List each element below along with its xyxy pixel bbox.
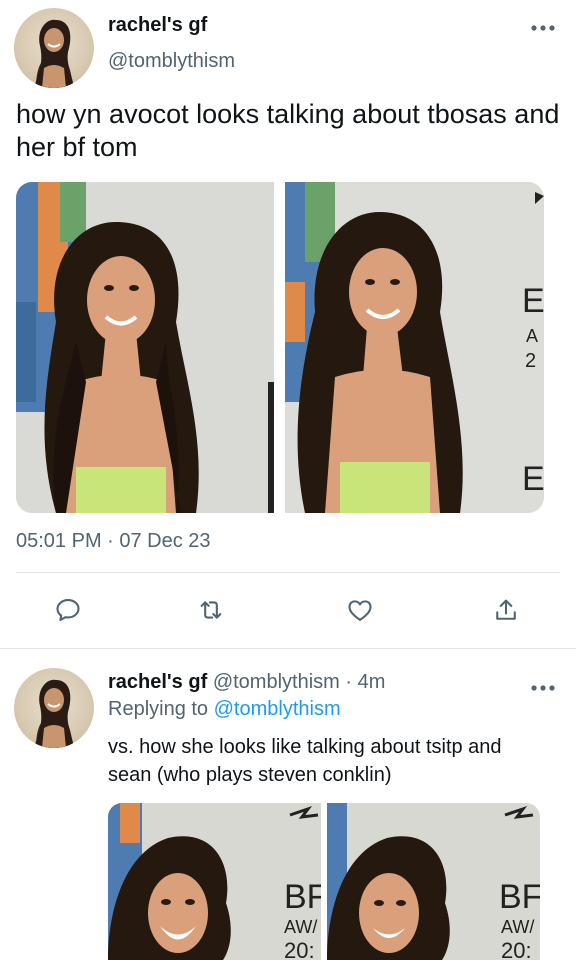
reply-author-name[interactable]: rachel's gf [108,671,207,693]
overlay-letter: BF [499,878,540,916]
retweet-icon [200,601,222,619]
author-avatar[interactable] [14,8,94,88]
overlay-letter: A [526,326,538,346]
reply-text: vs. how she looks like talking about tsi… [108,736,502,786]
section-divider [0,648,576,649]
author-name[interactable]: rachel's gf [108,14,207,37]
like-icon [348,600,372,621]
more-horizontal-icon[interactable] [531,680,555,692]
like-button[interactable] [338,588,382,632]
overlay-letter: AW/ [284,917,317,937]
tweet-actions [0,588,576,632]
reply-age[interactable]: 4m [358,671,386,693]
dot-separator: · [339,671,358,693]
reply-image-1[interactable]: BF AW/ 20: [108,803,321,960]
retweet-button[interactable] [189,588,233,632]
tweet-image-1[interactable] [16,182,274,513]
share-icon [496,599,516,620]
overlay-letter: 2 [525,350,536,372]
tweet-text: how yn avocot looks talking about tbosas… [16,99,560,162]
reply-image-2[interactable]: BF AW/ 20: [327,803,540,960]
reply-header: rachel's gf @tomblythism · 4m [108,671,385,694]
overlay-letter: E [522,282,544,320]
overlay-letter: 20: [284,938,315,960]
more-horizontal-icon[interactable] [531,20,555,32]
reply-icon [56,599,80,621]
replying-to-line: Replying to @tomblythism [108,698,341,721]
author-handle[interactable]: @tomblythism [108,50,235,73]
tweet-image-2[interactable]: E A 2 E [285,182,544,513]
overlay-letter: BF [284,878,321,916]
share-button[interactable] [484,588,528,632]
tweet-timestamp[interactable]: 05:01 PM · 07 Dec 23 [16,530,211,553]
overlay-letter: E [522,460,544,498]
replying-to-link[interactable]: @tomblythism [214,698,341,720]
reply-author-handle[interactable]: @tomblythism [213,671,340,693]
reply-author-avatar[interactable] [14,668,94,748]
overlay-letter: AW/ [501,917,534,937]
reply-button[interactable] [46,588,90,632]
replying-prefix: Replying to [108,698,214,720]
overlay-letter: 20: [501,938,532,960]
divider [16,572,560,573]
